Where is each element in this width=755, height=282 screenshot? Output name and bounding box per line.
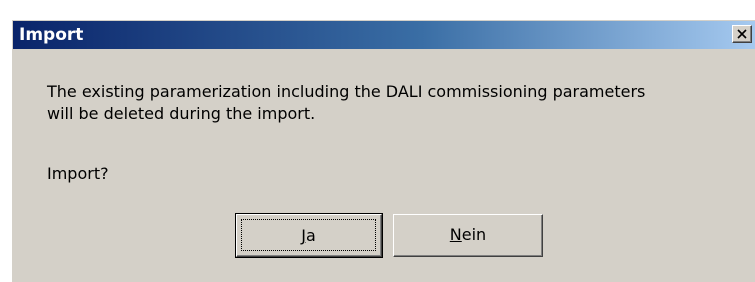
- close-icon: [737, 29, 747, 39]
- no-button[interactable]: Nein: [393, 214, 543, 257]
- yes-button-label: a: [305, 226, 316, 245]
- title-bar[interactable]: Import: [13, 21, 755, 49]
- dialog-question: Import?: [47, 164, 109, 183]
- dialog-message: The existing paramerization including th…: [47, 81, 752, 125]
- no-button-label: ein: [461, 225, 487, 244]
- import-dialog: Import The existing paramerization inclu…: [12, 20, 755, 282]
- window-title: Import: [19, 25, 84, 45]
- close-button[interactable]: [732, 25, 752, 43]
- message-line-2: will be deleted during the import.: [47, 104, 316, 123]
- no-button-mnemonic: N: [449, 225, 462, 244]
- focus-rectangle: Ja: [241, 219, 376, 251]
- message-line-1: The existing paramerization including th…: [47, 82, 646, 101]
- yes-button[interactable]: Ja: [235, 213, 383, 258]
